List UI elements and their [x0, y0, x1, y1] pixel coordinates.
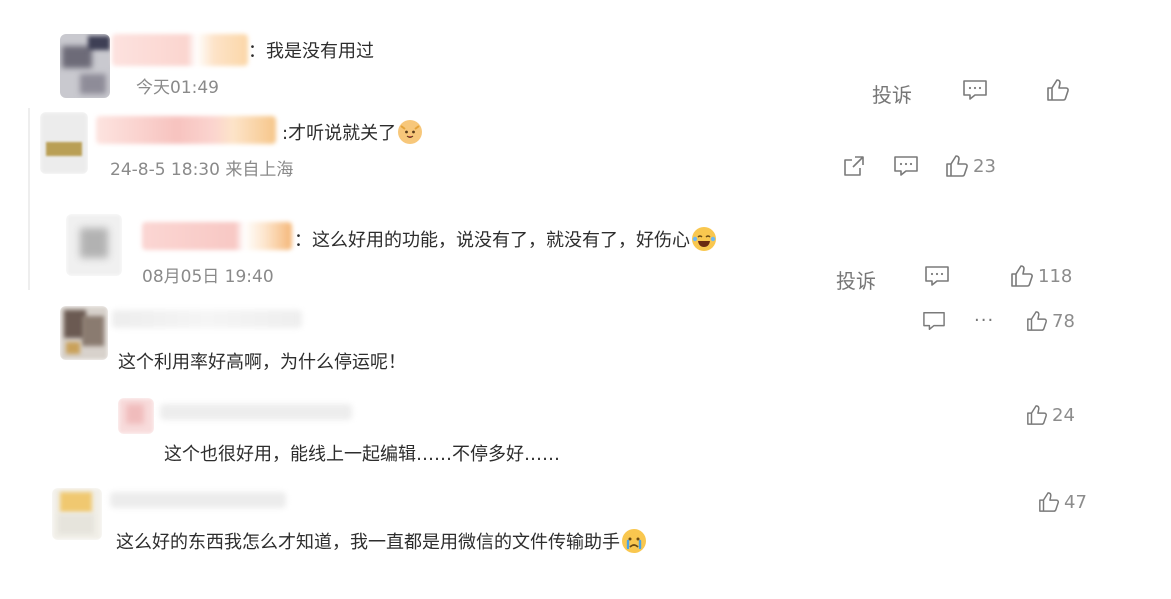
like-count: 118 [1038, 265, 1073, 287]
thumbs-up-icon [1027, 405, 1048, 425]
avatar[interactable] [52, 488, 102, 540]
cat-face-emoji [398, 120, 423, 144]
like-button[interactable]: 118 [1010, 264, 1072, 288]
comment-text: 这个也很好用，能线上一起编辑……不停多好…… [164, 444, 560, 465]
like-count: 24 [1052, 404, 1075, 426]
comment-text: ：我是没有用过 [248, 41, 374, 62]
avatar[interactable] [40, 112, 88, 174]
username-blurred[interactable] [112, 310, 302, 328]
laughing-crying-emoji [692, 227, 716, 251]
more-icon: ··· [974, 310, 995, 331]
comment-icon [923, 312, 945, 330]
comment-text: 这么好的东西我怎么才知道，我一直都是用微信的文件传输助手 [116, 528, 646, 554]
thumbs-up-icon [1027, 311, 1048, 331]
comment-icon [963, 80, 987, 100]
username-blurred[interactable] [110, 492, 286, 508]
report-label: 投诉 [872, 83, 912, 107]
like-button[interactable]: 24 [1026, 404, 1075, 426]
like-count: 23 [973, 155, 996, 177]
share-button[interactable] [842, 154, 866, 178]
thumbs-up-icon [1047, 79, 1069, 101]
report-button[interactable]: 投诉 [836, 265, 876, 294]
thumbs-up-icon [1039, 492, 1060, 512]
reply-button[interactable] [962, 78, 988, 102]
thumbs-up-icon [1011, 265, 1033, 287]
username-blurred[interactable] [112, 34, 248, 66]
like-button[interactable] [1046, 78, 1070, 102]
like-button[interactable]: 78 [1026, 310, 1075, 332]
username-blurred[interactable] [160, 404, 352, 420]
reply-button[interactable] [922, 310, 946, 332]
thumbs-up-icon [946, 155, 968, 177]
avatar[interactable] [60, 34, 110, 98]
comment-text: ：这么好用的功能，说没有了，就没有了，好伤心 [294, 226, 716, 252]
thread-divider [28, 108, 30, 290]
comment-time: 08月05日 19:40 [142, 267, 274, 287]
comment-time: 24-8-5 18:30 来自上海 [110, 160, 294, 180]
avatar[interactable] [118, 398, 154, 434]
comment-text: :才听说就关了 [282, 119, 423, 145]
avatar[interactable] [60, 306, 108, 360]
reply-button[interactable] [924, 264, 950, 288]
report-label: 投诉 [836, 269, 876, 293]
crying-face-emoji [622, 529, 646, 553]
share-icon [844, 156, 864, 176]
like-count: 47 [1064, 491, 1087, 513]
report-button[interactable]: 投诉 [872, 79, 912, 108]
avatar[interactable] [66, 214, 122, 276]
more-button[interactable]: ··· [974, 310, 994, 331]
comment-time: 今天01:49 [136, 78, 219, 98]
comment-icon [894, 156, 918, 176]
like-button[interactable]: 47 [1038, 491, 1087, 513]
like-button[interactable]: 23 [945, 154, 996, 178]
comment-text: 这个利用率好高啊，为什么停运呢！ [118, 352, 406, 373]
username-blurred[interactable] [142, 222, 292, 250]
comment-icon [925, 266, 949, 286]
like-count: 78 [1052, 310, 1075, 332]
username-blurred[interactable] [96, 116, 276, 144]
reply-button[interactable] [893, 154, 919, 178]
